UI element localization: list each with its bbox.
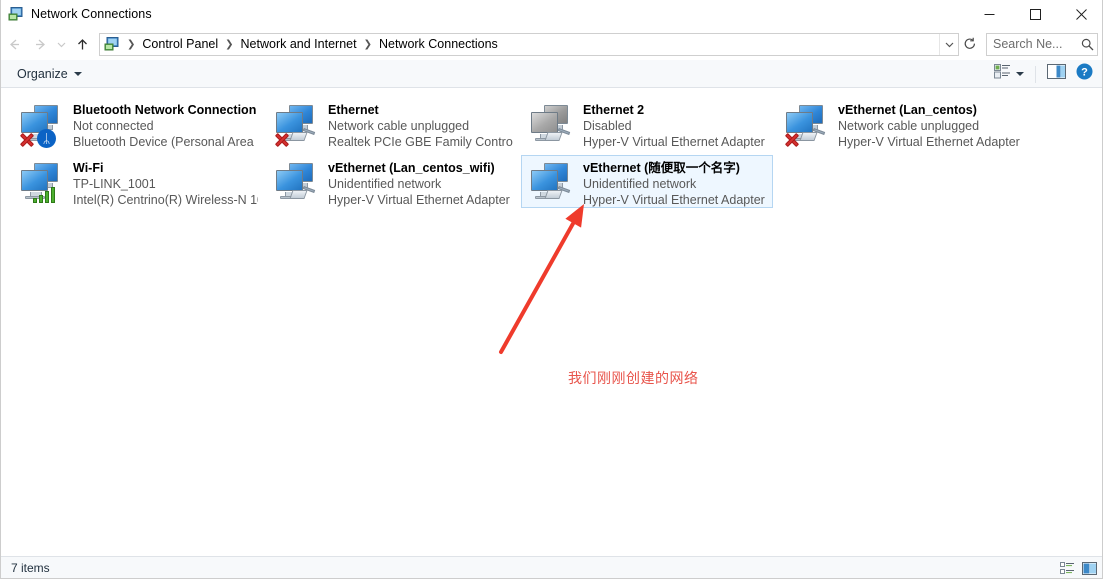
connection-name: Ethernet 2	[583, 103, 645, 117]
connection-name: vEthernet (Lan_centos_wifi)	[328, 161, 495, 175]
connection-name: Ethernet	[328, 103, 379, 117]
command-bar: Organize ?	[1, 60, 1102, 88]
connection-adapter: Hyper-V Virtual Ethernet Adapter ...	[583, 193, 768, 207]
network-adapter-icon	[273, 161, 321, 207]
large-icons-view-icon[interactable]	[1081, 560, 1098, 576]
search-input[interactable]: Search Ne...	[987, 37, 1077, 51]
breadcrumb-separator-0: ❯	[127, 38, 136, 50]
connection-adapter: Hyper-V Virtual Ethernet Adapter	[583, 135, 765, 149]
item-count-label: 7 items	[11, 560, 50, 575]
network-cable-icon	[289, 128, 316, 145]
network-adapter-icon	[18, 161, 66, 207]
connection-item[interactable]: Ethernet 2 Disabled Hyper-V Virtual Ethern…	[521, 97, 773, 150]
minimize-button[interactable]	[966, 0, 1012, 28]
network-adapter-icon: ᛦ	[18, 103, 66, 149]
command-bar-right: ?	[989, 60, 1098, 88]
forward-button[interactable]	[27, 31, 53, 57]
up-button[interactable]	[69, 31, 95, 57]
network-adapter-icon	[528, 161, 576, 207]
close-button[interactable]	[1058, 0, 1102, 28]
breadcrumb-separator-2[interactable]: ❯	[361, 39, 375, 50]
connection-status: Unidentified network	[583, 177, 697, 191]
connection-status: Network cable unplugged	[328, 119, 470, 133]
address-network-icon	[104, 36, 120, 52]
connection-name: vEthernet (随便取一个名字)	[583, 161, 740, 175]
maximize-button[interactable]	[1012, 0, 1058, 28]
disconnected-icon	[273, 131, 290, 148]
connection-item[interactable]: vEthernet (Lan_centos) Network cable unpl…	[776, 97, 1028, 150]
connection-name: Wi-Fi	[73, 161, 104, 175]
connection-item[interactable]: ᛦ Bluetooth Network Connection Not connect…	[11, 97, 263, 150]
preview-pane-icon	[1047, 64, 1066, 84]
organize-button[interactable]: Organize	[12, 64, 87, 84]
connection-status: TP-LINK_1001	[73, 177, 156, 191]
breadcrumb-item-network-and-internet[interactable]: Network and Internet	[237, 35, 361, 53]
help-button[interactable]: ?	[1071, 62, 1098, 86]
search-icon[interactable]	[1077, 34, 1097, 55]
connections-list[interactable]: ᛦ Bluetooth Network Connection Not connect…	[1, 89, 1102, 557]
bluetooth-icon: ᛦ	[37, 129, 56, 148]
connection-adapter: Bluetooth Device (Personal Area ...	[73, 135, 258, 149]
connection-adapter: Realtek PCIe GBE Family Controller	[328, 135, 513, 149]
connection-item[interactable]: vEthernet (Lan_centos_wifi) Unidentified …	[266, 155, 518, 208]
connection-adapter: Hyper-V Virtual Ethernet Adapter ...	[328, 193, 513, 207]
toolbar-divider	[1035, 65, 1036, 83]
network-cable-icon	[544, 186, 571, 203]
breadcrumb-item-control-panel[interactable]: Control Panel	[138, 35, 222, 53]
wifi-signal-icon	[33, 185, 57, 203]
address-bar-actions	[939, 33, 958, 55]
network-connections-window: Network Connections ❯ Control Panel ❯ Ne…	[0, 0, 1103, 579]
window-controls	[966, 0, 1102, 28]
network-adapter-icon	[273, 103, 321, 149]
change-view-button[interactable]	[989, 62, 1029, 86]
connection-status: Unidentified network	[328, 177, 442, 191]
connection-status: Not connected	[73, 119, 154, 133]
connection-adapter: Intel(R) Centrino(R) Wireless-N 10...	[73, 193, 258, 207]
search-box[interactable]: Search Ne...	[986, 32, 1098, 56]
address-bar[interactable]: ❯ Control Panel ❯ Network and Internet ❯…	[99, 32, 959, 56]
connection-item[interactable]: vEthernet (随便取一个名字) Unidentified network H…	[521, 155, 773, 208]
breadcrumb: ❯ Control Panel ❯ Network and Internet ❯…	[124, 35, 939, 53]
details-view-icon[interactable]	[1059, 560, 1076, 576]
title-bar: Network Connections	[1, 0, 1102, 28]
chevron-down-icon	[73, 71, 82, 76]
chevron-down-icon[interactable]	[939, 33, 958, 55]
network-cable-icon	[289, 186, 316, 203]
connection-item[interactable]: Ethernet Network cable unplugged Realtek P…	[266, 97, 518, 150]
annotation-label: 我们刚刚创建的网络	[568, 371, 699, 387]
refresh-icon[interactable]	[959, 34, 981, 55]
connection-status: Network cable unplugged	[838, 119, 980, 133]
window-title: Network Connections	[31, 7, 152, 21]
navigation-bar: ❯ Control Panel ❯ Network and Internet ❯…	[1, 28, 1102, 60]
network-cable-icon	[544, 128, 571, 145]
change-view-icon	[994, 64, 1011, 84]
help-icon: ?	[1076, 63, 1093, 85]
network-adapter-icon	[783, 103, 831, 149]
back-button[interactable]	[1, 31, 27, 57]
network-adapter-icon	[528, 103, 576, 149]
network-connections-icon	[8, 6, 24, 22]
breadcrumb-separator-1[interactable]: ❯	[222, 39, 236, 50]
connection-adapter: Hyper-V Virtual Ethernet Adapter ...	[838, 135, 1023, 149]
connection-item[interactable]: Wi-Fi TP-LINK_1001 Intel(R) Centrino(R) Wi…	[11, 155, 263, 208]
svg-text:?: ?	[1081, 67, 1088, 79]
preview-pane-button[interactable]	[1042, 62, 1071, 86]
recent-locations-button[interactable]	[53, 31, 69, 57]
organize-label: Organize	[17, 66, 68, 81]
breadcrumb-item-network-connections[interactable]: Network Connections	[375, 35, 502, 53]
disconnected-icon	[783, 131, 800, 148]
network-cable-icon	[799, 128, 826, 145]
connection-status: Disabled	[583, 119, 632, 133]
status-bar: 7 items	[1, 556, 1102, 578]
chevron-down-icon	[1016, 72, 1024, 76]
disconnected-icon	[18, 131, 35, 148]
view-mode-buttons	[1059, 557, 1098, 578]
connection-name: vEthernet (Lan_centos)	[838, 103, 977, 117]
connection-name: Bluetooth Network Connection	[73, 103, 257, 117]
